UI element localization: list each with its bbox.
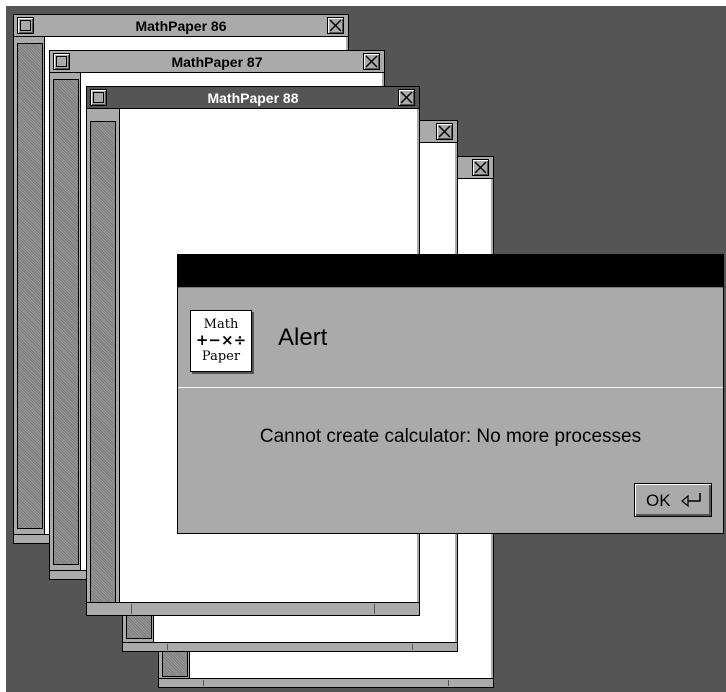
window-titlebar[interactable]: MathPaper 87: [50, 51, 384, 73]
alert-titlebar[interactable]: [178, 255, 723, 287]
close-icon[interactable]: [398, 89, 415, 106]
alert-title: Alert: [278, 324, 328, 351]
scroller[interactable]: [17, 43, 43, 529]
window-title: MathPaper 86: [135, 18, 227, 34]
window-titlebar[interactable]: MathPaper 88: [87, 87, 419, 109]
mathpaper-app-icon: Math +−×÷ Paper: [190, 310, 252, 372]
scroller[interactable]: [90, 121, 116, 605]
resize-bar[interactable]: [87, 602, 419, 615]
alert-header: Math +−×÷ Paper Alert: [178, 287, 723, 388]
close-icon[interactable]: [472, 159, 489, 176]
close-icon[interactable]: [363, 53, 380, 70]
window-title: MathPaper 87: [171, 54, 263, 70]
close-icon[interactable]: [327, 17, 344, 34]
ok-button[interactable]: OK: [634, 483, 712, 517]
app-icon-text: Math: [203, 317, 239, 332]
alert-panel: Math +−×÷ Paper Alert Cannot create calc…: [177, 254, 724, 534]
scroller[interactable]: [53, 79, 79, 565]
window-title: MathPaper 88: [207, 90, 299, 106]
app-icon-symbols: +−×÷: [195, 331, 247, 349]
close-icon[interactable]: [436, 123, 453, 140]
alert-message: Cannot create calculator: No more proces…: [259, 426, 642, 447]
resize-bar[interactable]: [123, 642, 457, 651]
app-icon-text: Paper: [201, 349, 241, 364]
window-titlebar[interactable]: MathPaper 86: [14, 15, 348, 37]
ok-button-label: OK: [646, 491, 671, 510]
return-key-icon: [681, 493, 701, 508]
resize-bar[interactable]: [159, 678, 493, 687]
